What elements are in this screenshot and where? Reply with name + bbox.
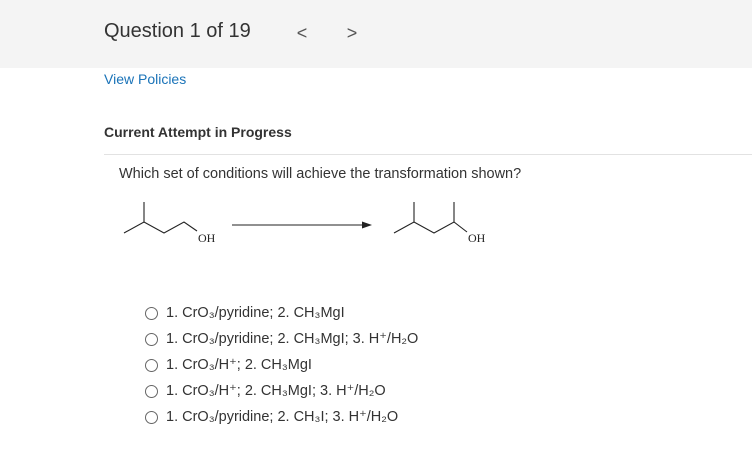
product-oh-label: OH [468,231,486,245]
option-label: 1. CrO₃/pyridine; 2. CH₃MgI [166,305,345,321]
radio-empty-icon[interactable] [145,358,158,372]
answer-option[interactable]: 1. CrO₃/pyridine; 2. CH₃MgI [145,302,418,324]
reaction-arrow [232,221,372,229]
answer-option[interactable]: 1. CrO₃/H⁺; 2. CH₃MgI; 3. H⁺/H₂O [145,380,418,402]
answer-options: 1. CrO₃/pyridine; 2. CH₃MgI 1. CrO₃/pyri… [145,302,418,432]
radio-empty-icon[interactable] [145,332,158,346]
answer-option[interactable]: 1. CrO₃/H⁺; 2. CH₃MgI [145,354,418,376]
product-structure [393,202,468,234]
radio-empty-icon[interactable] [145,410,158,424]
radio-empty-icon[interactable] [145,306,158,320]
option-label: 1. CrO₃/H⁺; 2. CH₃MgI [166,357,312,373]
radio-empty-icon[interactable] [145,384,158,398]
reaction-scheme: OH OH [123,202,486,245]
reactant-oh-label: OH [198,231,216,245]
option-label: 1. CrO₃/H⁺; 2. CH₃MgI; 3. H⁺/H₂O [166,383,386,399]
answer-option[interactable]: 1. CrO₃/pyridine; 2. CH₃I; 3. H⁺/H₂O [145,406,418,428]
option-label: 1. CrO₃/pyridine; 2. CH₃I; 3. H⁺/H₂O [166,409,399,425]
answer-option[interactable]: 1. CrO₃/pyridine; 2. CH₃MgI; 3. H⁺/H₂O [145,328,418,350]
reactant-structure [123,202,198,234]
option-label: 1. CrO₃/pyridine; 2. CH₃MgI; 3. H⁺/H₂O [166,331,419,347]
